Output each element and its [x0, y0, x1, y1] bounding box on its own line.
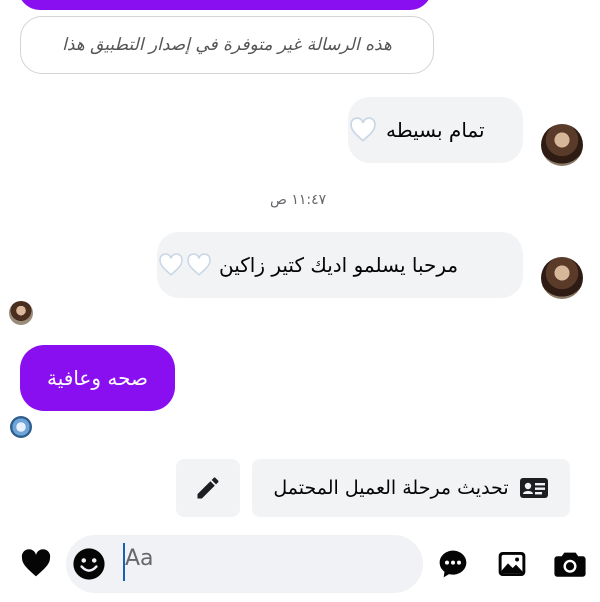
- chat-button[interactable]: [437, 548, 469, 580]
- outgoing-message-bubble[interactable]: صحه وعافية: [20, 345, 175, 411]
- seen-by-avatar: [9, 301, 33, 325]
- white-heart-icon: [159, 253, 183, 276]
- message-text: مرحبا يسلمو اديك كتير زاكين: [219, 253, 459, 277]
- unsupported-message-notice: هذه الرسالة غير متوفرة في إصدار التطبيق …: [20, 16, 434, 74]
- update-lead-stage-label: تحديث مرحلة العميل المحتمل: [273, 477, 509, 499]
- message-text: تمام بسيطه: [386, 118, 485, 142]
- unsupported-message-text: هذه الرسالة غير متوفرة في إصدار التطبيق …: [62, 35, 392, 55]
- camera-button[interactable]: [553, 548, 587, 580]
- heart-icon: [21, 549, 51, 577]
- emoji-icon: [73, 548, 105, 580]
- camera-icon: [554, 552, 586, 577]
- white-heart-icon: [350, 117, 376, 142]
- emoji-button[interactable]: [72, 547, 106, 581]
- gallery-button[interactable]: [496, 548, 528, 580]
- edit-button[interactable]: [176, 459, 240, 517]
- chat-bubble-icon: [439, 550, 467, 578]
- update-lead-stage-button[interactable]: تحديث مرحلة العميل المحتمل: [252, 459, 570, 517]
- like-button[interactable]: [20, 548, 52, 580]
- incoming-message-bubble[interactable]: مرحبا يسلمو اديك كتير زاكين: [157, 232, 523, 298]
- incoming-message-bubble[interactable]: تمام بسيطه: [348, 97, 523, 163]
- read-receipt-icon: [10, 416, 32, 438]
- pencil-icon: [197, 477, 219, 499]
- outgoing-message-bubble-partial[interactable]: [18, 0, 432, 10]
- message-input-placeholder[interactable]: Aa: [125, 546, 154, 571]
- white-heart-icon: [187, 253, 211, 276]
- message-timestamp: ١١:٤٧ ص: [270, 192, 327, 208]
- message-composer[interactable]: [66, 535, 423, 593]
- contact-card-icon: [519, 478, 548, 498]
- image-icon: [498, 552, 526, 576]
- contact-avatar[interactable]: [541, 257, 583, 299]
- message-text: صحه وعافية: [47, 366, 148, 390]
- contact-avatar[interactable]: [541, 124, 583, 166]
